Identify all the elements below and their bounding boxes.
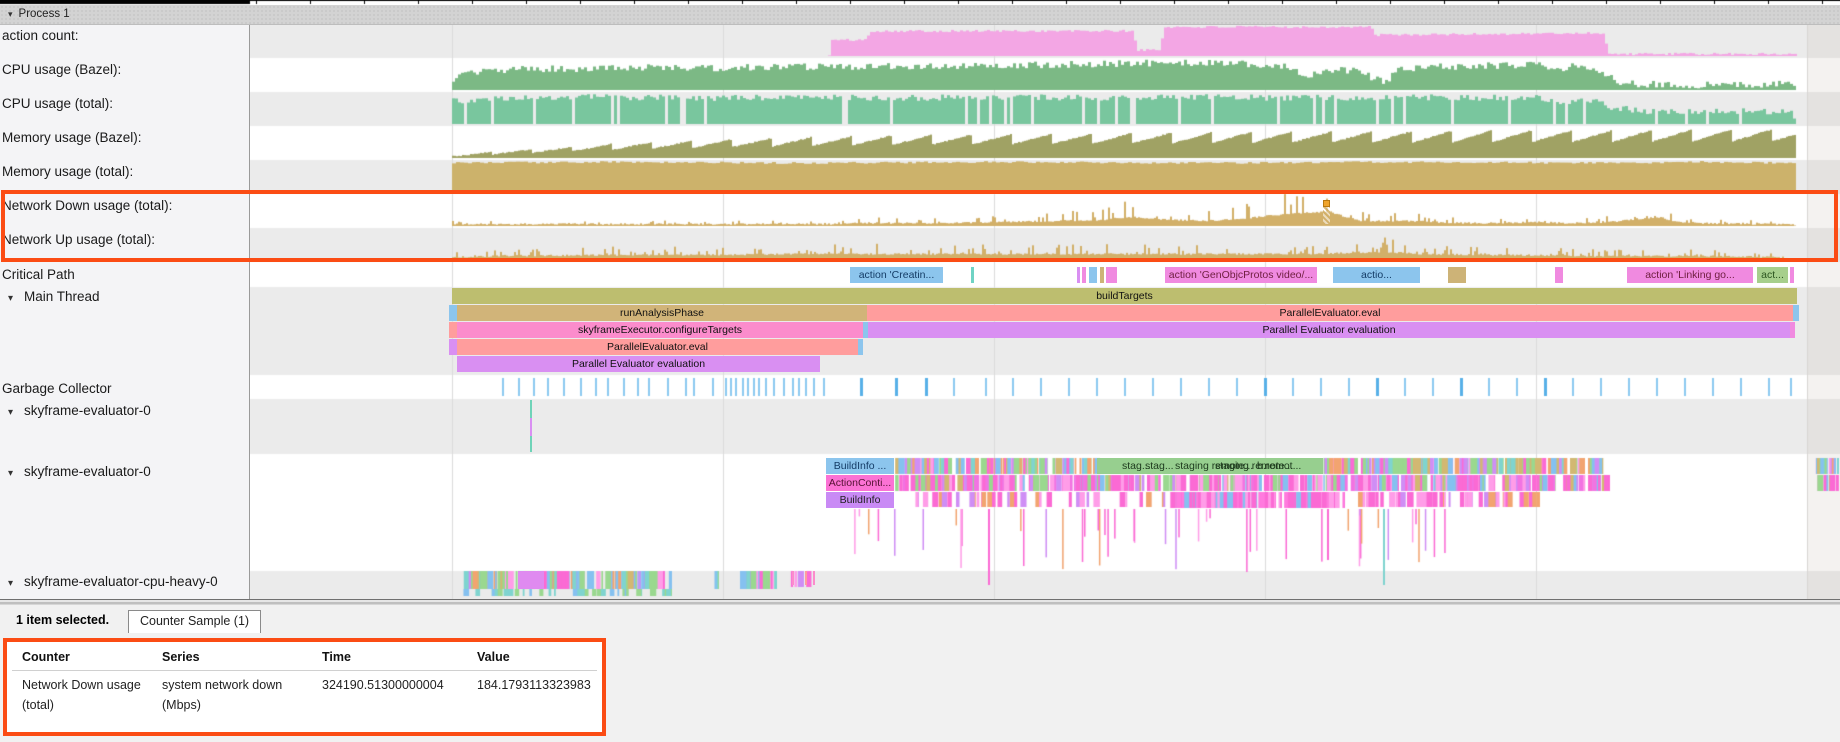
slice[interactable] [449, 305, 457, 321]
slice[interactable] [792, 571, 794, 585]
track-label-skyframe-evaluator-cpu-heavy-0[interactable]: ▾skyframe-evaluator-cpu-heavy-0 [2, 574, 218, 589]
slice[interactable] [971, 267, 974, 283]
tab-counter-sample[interactable]: Counter Sample (1) [128, 610, 261, 633]
track-label-garbage-collector: Garbage Collector [2, 381, 112, 396]
selected-sample-marker[interactable] [1323, 200, 1330, 207]
column-header-time[interactable]: Time [322, 650, 351, 664]
track-label-action-count: action count: [2, 28, 79, 43]
slice[interactable] [1793, 305, 1799, 321]
slice-parallelevaluator-eval[interactable]: ParallelEvaluator.eval [867, 305, 1793, 321]
slice[interactable] [1790, 267, 1794, 283]
slice[interactable] [518, 571, 544, 589]
track-sidebar: action count: CPU usage (Bazel): CPU usage… [0, 24, 250, 599]
slice[interactable] [1790, 322, 1795, 338]
slice-runanalysisphase[interactable]: runAnalysisPhase [457, 305, 867, 321]
process-title: Process 1 [19, 8, 70, 20]
track-label-network-up-usage-total: Network Up usage (total): [2, 232, 155, 247]
counter-sample-table: Counter Series Time Value Network Down usage… [3, 638, 606, 736]
slice[interactable]: stag...stag...staging remote...staging r… [1097, 458, 1323, 474]
panel-resize-handle[interactable] [0, 599, 1840, 605]
slice[interactable] [1077, 267, 1080, 283]
collapse-arrow-icon[interactable]: ▾ [8, 5, 13, 24]
track-label-text: Main Thread [24, 289, 100, 304]
slice[interactable] [1106, 267, 1117, 283]
slice[interactable] [1100, 267, 1104, 283]
track-label-text: CPU usage (Bazel): [2, 62, 121, 77]
details-panel: 1 item selected. Counter Sample (1) Coun… [0, 599, 1840, 742]
collapse-arrow-icon[interactable]: ▾ [8, 578, 24, 589]
slice[interactable] [1555, 267, 1563, 283]
trace-viewer: ▾ Process 1 action count: CPU usage (Bazel… [0, 0, 1840, 742]
track-label-text: skyframe-evaluator-cpu-heavy-0 [24, 574, 218, 589]
slice-buildinfo[interactable]: BuildInfo [826, 492, 894, 508]
track-label-text: CPU usage (total): [2, 96, 113, 111]
slice[interactable] [858, 339, 863, 355]
slice[interactable] [805, 571, 807, 585]
slice[interactable] [449, 322, 457, 338]
slice-buildinfo[interactable]: BuildInfo ... [826, 458, 894, 474]
table-cell: 324190.51300000004 [322, 675, 472, 695]
track-label-network-down-usage-total: Network Down usage (total): [2, 198, 172, 213]
track-label-skyframe-evaluator-0[interactable]: ▾skyframe-evaluator-0 [2, 464, 151, 479]
slice[interactable] [530, 418, 532, 436]
column-header-value[interactable]: Value [477, 650, 510, 664]
track-label-text: Network Down usage (total): [2, 198, 172, 213]
slice[interactable] [813, 571, 815, 585]
track-label-text: skyframe-evaluator-0 [24, 464, 151, 479]
table-header-separator [12, 670, 597, 671]
selected-sample-band [1323, 207, 1330, 224]
slice-action-genobjcprotos-video[interactable]: action 'GenObjcProtos video/... [1165, 267, 1317, 283]
slice-action-creatin[interactable]: action 'Creatin... [850, 267, 943, 283]
track-label-text: Garbage Collector [2, 381, 112, 396]
track-label-cpu-usage-total: CPU usage (total): [2, 96, 113, 111]
column-header-series[interactable]: Series [162, 650, 200, 664]
track-label-text: Memory usage (Bazel): [2, 130, 142, 145]
track-label-text: action count: [2, 28, 79, 43]
slice[interactable] [1082, 267, 1086, 283]
table-cell: Network Down usage (total) [22, 675, 157, 715]
track-label-text: Network Up usage (total): [2, 232, 155, 247]
slice-overlap-label: b.remot... [1257, 458, 1301, 474]
slice-skyframeexecutor-configuretargets[interactable]: skyframeExecutor.configureTargets [457, 322, 863, 338]
slice[interactable] [1448, 267, 1466, 283]
table-cell: 184.1793113323983 [477, 675, 607, 695]
slice-parallelevaluator-eval[interactable]: ParallelEvaluator.eval [457, 339, 858, 355]
slice[interactable] [1089, 267, 1097, 283]
collapse-arrow-icon[interactable]: ▾ [8, 468, 24, 479]
selection-status: 1 item selected. [16, 613, 109, 627]
collapse-arrow-icon[interactable]: ▾ [8, 293, 24, 304]
column-header-counter[interactable]: Counter [22, 650, 70, 664]
table-cell: system network down (Mbps) [162, 675, 317, 715]
slice-action-linking-go[interactable]: action 'Linking go... [1627, 267, 1753, 283]
collapse-arrow-icon[interactable]: ▾ [8, 407, 24, 418]
track-label-text: Critical Path [2, 267, 75, 282]
slice-parallel-evaluator-evaluation[interactable]: Parallel Evaluator evaluation [457, 356, 820, 372]
slice-buildtargets[interactable]: buildTargets [452, 288, 1797, 304]
slice-overlap-label: stag... [1145, 458, 1174, 474]
track-label-memory-usage-total: Memory usage (total): [2, 164, 133, 179]
slice[interactable] [449, 339, 457, 355]
slice-actio[interactable]: actio... [1333, 267, 1420, 283]
track-label-cpu-usage-bazel: CPU usage (Bazel): [2, 62, 121, 77]
process-header[interactable]: ▾ Process 1 [0, 5, 1840, 25]
slice-parallel-evaluator-evaluation[interactable]: Parallel Evaluator evaluation [868, 322, 1790, 338]
track-label-text: skyframe-evaluator-0 [24, 403, 151, 418]
track-label-main-thread[interactable]: ▾Main Thread [2, 289, 100, 304]
track-label-critical-path: Critical Path [2, 267, 75, 282]
track-label-text: Memory usage (total): [2, 164, 133, 179]
slice-act[interactable]: act... [1757, 267, 1788, 283]
track-label-skyframe-evaluator-0[interactable]: ▾skyframe-evaluator-0 [2, 403, 151, 418]
track-label-memory-usage-bazel: Memory usage (Bazel): [2, 130, 142, 145]
slice-actionconti[interactable]: ActionConti... [826, 475, 894, 491]
